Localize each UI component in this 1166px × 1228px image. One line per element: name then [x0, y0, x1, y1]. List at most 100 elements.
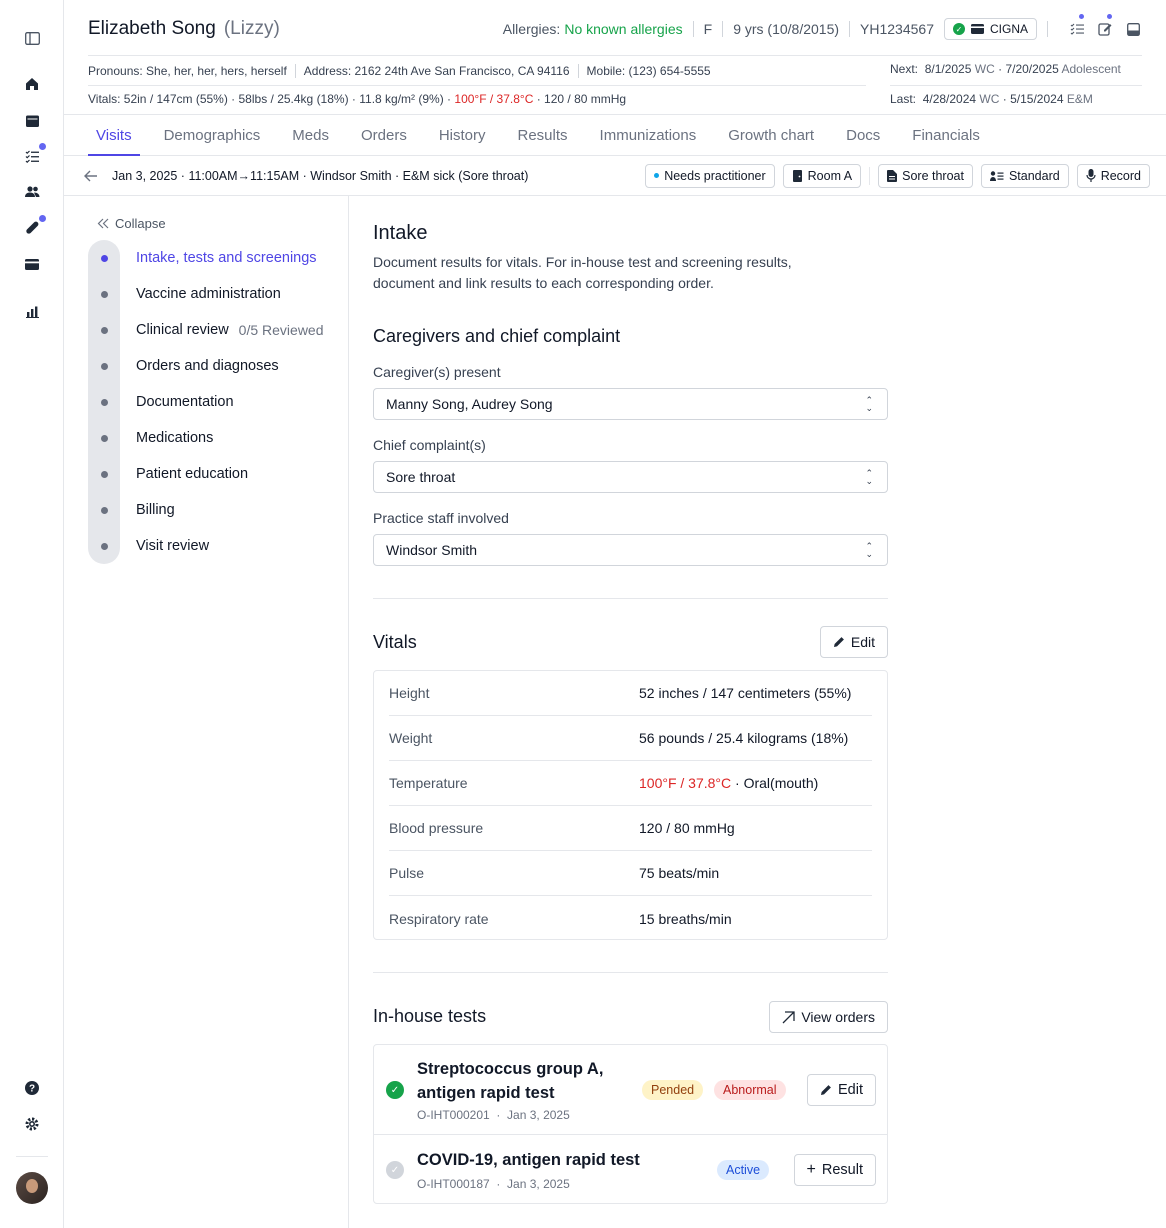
status-label: Needs practitioner: [664, 168, 766, 183]
visit-type-button[interactable]: Standard: [980, 163, 1069, 188]
collapse-button[interactable]: Collapse: [97, 216, 166, 231]
settings-gear-icon[interactable]: [21, 1113, 43, 1135]
door-icon: [792, 169, 802, 182]
sidebar-toggle-icon[interactable]: [21, 27, 43, 49]
row-divider: [88, 85, 866, 86]
page-description: Document results for vitals. For in-hous…: [373, 254, 792, 291]
step-dot: [100, 362, 108, 370]
step-clinical-review[interactable]: Clinical review 0/5 Reviewed: [88, 312, 358, 348]
record-button[interactable]: Record: [1076, 163, 1150, 188]
next-type-1: WC: [974, 62, 995, 76]
vitals-row-height: Height 52 inches / 147 centimeters (55%): [389, 671, 872, 716]
tab-demographics[interactable]: Demographics: [156, 115, 269, 156]
step-label: Billing: [136, 502, 175, 518]
medications-icon[interactable]: [21, 215, 46, 239]
vital-value: 56 pounds / 25.4 kilograms (18%): [639, 730, 849, 746]
last-label: Last:: [890, 92, 917, 106]
test-date: Jan 3, 2025: [507, 1177, 570, 1191]
panel-toggle-icon[interactable]: [1124, 20, 1142, 38]
step-intake[interactable]: Intake, tests and screenings: [88, 240, 358, 276]
user-avatar[interactable]: [16, 1172, 48, 1204]
allergies-label: Allergies:: [502, 21, 561, 37]
add-result-button[interactable]: + Result: [793, 1154, 876, 1186]
step-dot: [100, 290, 108, 298]
step-medications[interactable]: Medications: [88, 420, 358, 456]
tab-orders[interactable]: Orders: [353, 115, 415, 156]
vitals-edit-label: Edit: [850, 634, 875, 650]
help-icon[interactable]: ?: [21, 1077, 43, 1099]
step-dot: [100, 254, 108, 262]
active-badge: Active: [717, 1160, 770, 1180]
add-result-label: Result: [821, 1162, 863, 1178]
room-button[interactable]: Room A: [782, 163, 862, 188]
tab-meds[interactable]: Meds: [284, 115, 337, 156]
reports-chart-icon[interactable]: [21, 301, 43, 323]
tab-growth-chart[interactable]: Growth chart: [720, 115, 822, 156]
step-vaccine-administration[interactable]: Vaccine administration: [88, 276, 358, 312]
step-label: Documentation: [136, 394, 234, 410]
back-arrow-icon[interactable]: [84, 168, 100, 184]
address: Address: 2162 24th Ave San Francisco, CA…: [303, 64, 570, 78]
vitals-summary-row: Vitals: 52in / 147cm (55%) · 58lbs / 25.…: [88, 92, 866, 110]
complaint-select[interactable]: Sore throat ⌃ ⌄: [373, 461, 888, 493]
vitals-summary-temp: 100°F / 37.8°C: [454, 92, 534, 106]
check-circle-icon: ✓: [386, 1081, 404, 1099]
step-visit-review[interactable]: Visit review: [88, 528, 358, 564]
rail-divider: [16, 1156, 48, 1157]
microphone-icon: [1086, 169, 1096, 182]
vitals-row-weight: Weight 56 pounds / 25.4 kilograms (18%): [389, 716, 872, 761]
person-list-icon: [989, 170, 1004, 181]
test-meta: O-IHT000187 · Jan 3, 2025: [417, 1177, 570, 1191]
visit-bar: Jan 3, 2025 · 11:00AM→11:15AM · Windsor …: [64, 156, 1166, 196]
view-orders-button[interactable]: View orders: [769, 1001, 888, 1033]
tab-immunizations[interactable]: Immunizations: [592, 115, 705, 156]
vitals-edit-button[interactable]: Edit: [819, 626, 888, 658]
home-icon[interactable]: [21, 73, 43, 95]
tasks-icon[interactable]: [21, 143, 46, 167]
step-billing[interactable]: Billing: [88, 492, 358, 528]
patient-contact-row: Pronouns: She, her, her, hers, herself A…: [88, 62, 866, 80]
patients-icon[interactable]: [21, 181, 43, 203]
insurance-name: CIGNA: [989, 22, 1028, 36]
billing-card-icon[interactable]: [21, 253, 43, 275]
patient-nickname: (Lizzy): [223, 18, 280, 39]
compose-note-icon[interactable]: [1096, 14, 1114, 38]
patient-name: Elizabeth Song: [88, 18, 216, 39]
patient-header: Elizabeth Song (Lizzy) Allergies: No kno…: [88, 14, 1142, 44]
section-divider: [373, 972, 888, 973]
next-type-2: Adolescent: [1061, 62, 1121, 76]
checklist-icon[interactable]: [1068, 14, 1086, 38]
calendar-icon[interactable]: [21, 109, 43, 131]
temperature-method: · Oral(mouth): [731, 775, 819, 791]
updown-chevron-icon: ⌃ ⌄: [865, 395, 873, 413]
step-label: Intake, tests and screenings: [136, 250, 317, 266]
tab-results[interactable]: Results: [510, 115, 576, 156]
pencil-icon: [821, 1085, 831, 1095]
card-icon: [970, 24, 984, 34]
tab-docs[interactable]: Docs: [838, 115, 888, 156]
step-patient-education[interactable]: Patient education: [88, 456, 358, 492]
test-edit-button[interactable]: Edit: [807, 1074, 876, 1106]
staff-select[interactable]: Windsor Smith ⌃ ⌄: [373, 534, 888, 566]
vitals-summary-b: · 120 / 80 mmHg: [536, 92, 627, 106]
insurance-badge[interactable]: ✓ CIGNA: [943, 18, 1037, 40]
caregivers-select[interactable]: Manny Song, Audrey Song ⌃ ⌄: [373, 388, 888, 420]
visit-info: Jan 3, 2025 · 11:00AM→11:15AM · Windsor …: [112, 168, 529, 183]
test-date: Jan 3, 2025: [507, 1108, 570, 1122]
complaint-button[interactable]: Sore throat: [878, 163, 973, 188]
visit-type-label: Standard: [1008, 168, 1060, 183]
tests-list: ✓ Streptococcus group A, antigen rapid t…: [373, 1044, 888, 1204]
complaint-label: Chief complaint(s): [373, 437, 486, 453]
tab-history[interactable]: History: [431, 115, 494, 156]
status-needs-practitioner-button[interactable]: Needs practitioner: [645, 163, 775, 188]
step-orders-diagnoses[interactable]: Orders and diagnoses: [88, 348, 358, 384]
vitals-heading: Vitals: [373, 632, 417, 652]
tab-visits[interactable]: Visits: [88, 115, 140, 156]
vitals-row-blood-pressure: Blood pressure 120 / 80 mmHg: [389, 806, 872, 851]
row-divider-right: [890, 85, 1142, 86]
status-dot-icon: [654, 173, 660, 178]
tab-financials[interactable]: Financials: [904, 115, 988, 156]
step-dot: [100, 326, 108, 334]
vital-value: 120 / 80 mmHg: [639, 820, 735, 836]
step-documentation[interactable]: Documentation: [88, 384, 358, 420]
